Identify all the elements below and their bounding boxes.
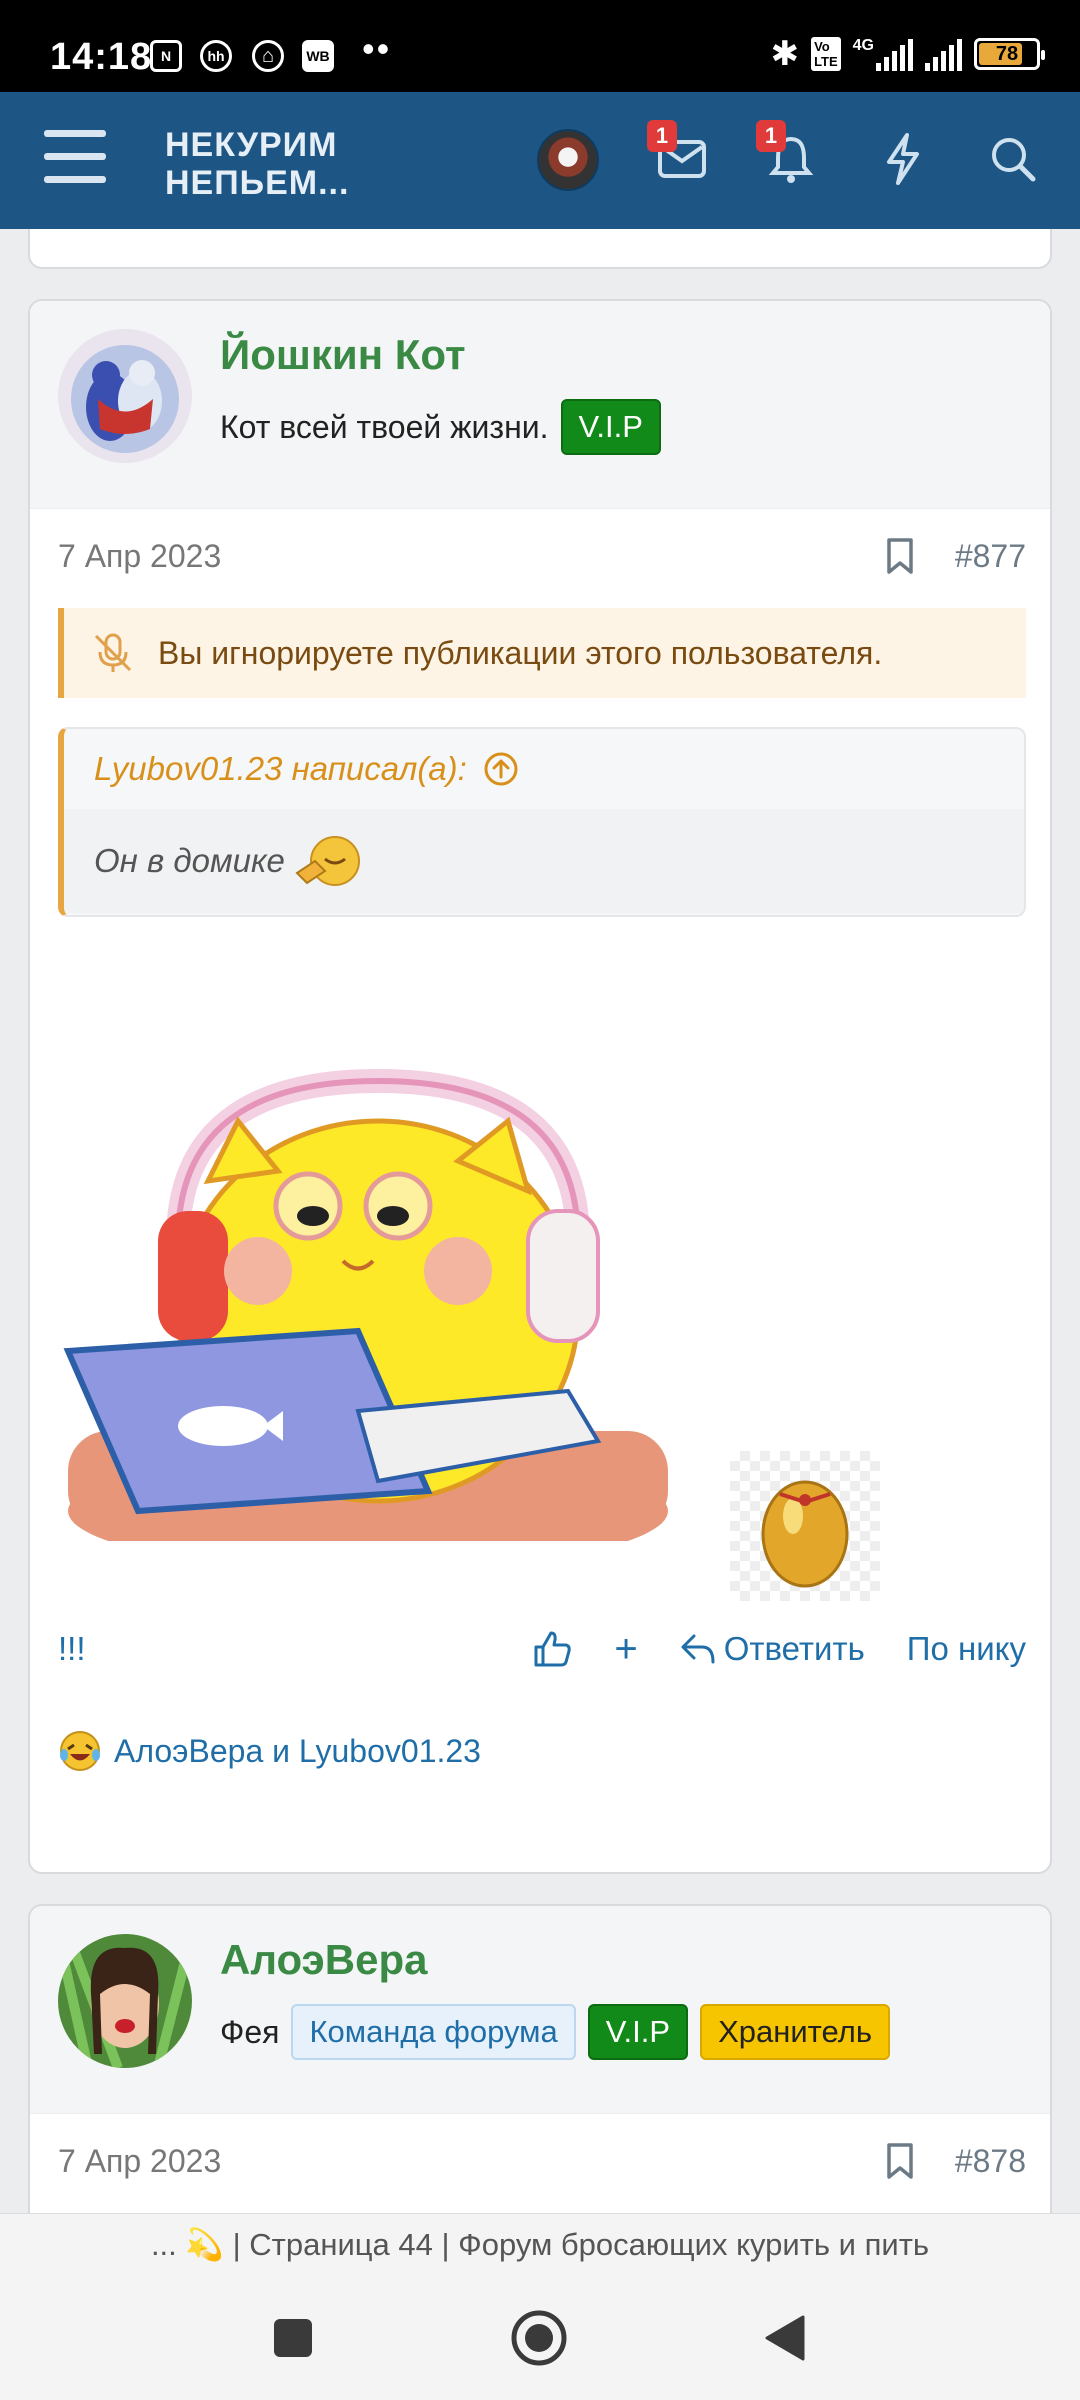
user-title: Кот всей твоей жизни.	[220, 408, 549, 445]
laughing-emoji-icon	[60, 1731, 100, 1771]
thumbs-up-icon	[534, 1631, 572, 1667]
like-button[interactable]	[532, 1629, 572, 1669]
user-meta: Кот всей твоей жизни. V.I.P	[220, 399, 661, 455]
bookmark-icon[interactable]	[885, 2142, 915, 2180]
tree-icon: ⌂	[252, 40, 284, 72]
circle-home-icon	[511, 2310, 567, 2366]
system-nav-bar	[0, 2275, 1080, 2400]
app-header: НЕКУРИМ НЕПЬЕМ... 1 1	[0, 92, 1080, 229]
browser-page-title: ... 💫 | Страница 44 | Форум бросающих ку…	[0, 2213, 1080, 2275]
post-date[interactable]: 7 Апр 2023	[58, 538, 885, 575]
status-right: ✱ Vo LTE 4G 78	[770, 34, 1045, 74]
reactions-text: АлоэВера и Lyubov01.23	[114, 1732, 481, 1769]
post-card: АлоэВера Фея Команда форума V.I.P Хранит…	[28, 1904, 1052, 2213]
status-bar: 14:18 N hh ⌂ WB •• ✱ Vo LTE 4G 78	[0, 0, 1080, 92]
post-number[interactable]: #877	[955, 538, 1026, 575]
menu-icon[interactable]	[44, 130, 106, 186]
quote-block: Lyubov01.23 написал(а): Он в домике	[58, 727, 1026, 917]
arrow-up-circle-icon[interactable]	[483, 751, 519, 787]
reply-arrow-icon	[681, 1634, 715, 1664]
triangle-back-icon	[765, 2315, 805, 2361]
account-avatar[interactable]	[537, 129, 599, 191]
quote-header[interactable]: Lyubov01.23 написал(а):	[64, 729, 1024, 809]
username[interactable]: АлоэВера	[220, 1936, 427, 1984]
ignore-notice: Вы игнорируете публикации этого пользова…	[58, 608, 1026, 698]
quote-text: Он в домике	[94, 842, 285, 879]
reply-button[interactable]: Ответить	[680, 1630, 865, 1668]
user-meta: Фея Команда форума V.I.P Хранитель	[220, 2004, 890, 2060]
reply-label: Ответить	[723, 1630, 865, 1667]
post-meta: 7 Апр 2023 #878	[58, 2136, 1026, 2186]
post-author-header: Йошкин Кот Кот всей твоей жизни. V.I.P	[30, 301, 1050, 509]
golden-egg-image[interactable]	[730, 1451, 880, 1601]
status-time: 14:18	[50, 36, 153, 78]
post-number[interactable]: #878	[955, 2143, 1026, 2180]
quote-author: Lyubov01.23 написал(а):	[94, 750, 467, 787]
square-icon	[274, 2319, 312, 2357]
more-notifications-icon: ••	[362, 28, 392, 69]
post-actions: !!! + Ответить По нику	[58, 1619, 1026, 1679]
bookmark-icon[interactable]	[885, 537, 915, 575]
user-avatar[interactable]	[58, 1934, 192, 2068]
cat-sticker-image[interactable]	[58, 1061, 738, 1571]
lightning-icon	[887, 133, 919, 185]
network-type-label: 4G	[852, 37, 874, 54]
vip-banner: V.I.P	[587, 2004, 689, 2060]
volte-icon: Vo LTE	[811, 37, 841, 71]
exclaim-link[interactable]: !!!	[58, 1630, 490, 1668]
recents-button[interactable]	[260, 2305, 326, 2371]
battery-icon: 78	[974, 38, 1045, 70]
muted-microphone-icon	[94, 633, 132, 672]
team-banner: Команда форума	[291, 2004, 576, 2060]
back-button[interactable]	[752, 2305, 818, 2371]
hh-icon: hh	[200, 40, 232, 72]
ignore-notice-text: Вы игнорируете публикации этого пользова…	[158, 634, 883, 671]
post-author-header: АлоэВера Фея Команда форума V.I.P Хранит…	[30, 1906, 1050, 2114]
signal-icon	[876, 37, 913, 71]
whats-new-button[interactable]	[870, 126, 936, 192]
post-date[interactable]: 7 Апр 2023	[58, 2143, 885, 2180]
wb-icon: WB	[302, 40, 334, 72]
site-logo[interactable]: НЕКУРИМ НЕПЬЕМ...	[165, 126, 349, 202]
bluetooth-icon: ✱	[770, 35, 800, 73]
quote-body: Он в домике	[64, 809, 1024, 913]
messages-badge: 1	[647, 120, 677, 152]
home-button[interactable]	[506, 2305, 572, 2371]
signal-icon-2	[925, 37, 962, 71]
multi-quote-button[interactable]: +	[614, 1627, 637, 1672]
vip-banner: V.I.P	[560, 399, 661, 455]
previous-post-card	[28, 229, 1052, 269]
logo-line2: НЕПЬЕМ...	[165, 164, 350, 202]
search-icon	[992, 138, 1036, 182]
messages-button[interactable]: 1	[647, 120, 715, 192]
alerts-button[interactable]: 1	[756, 120, 824, 192]
smiley-emoji-icon	[295, 836, 360, 886]
thread-content: Йошкин Кот Кот всей твоей жизни. V.I.P 7…	[0, 229, 1080, 2213]
post-card: Йошкин Кот Кот всей твоей жизни. V.I.P 7…	[28, 299, 1052, 1874]
search-button[interactable]	[980, 126, 1046, 192]
logo-line1: НЕКУРИМ	[165, 126, 338, 164]
user-avatar[interactable]	[58, 329, 192, 463]
page-title-text: ... 💫 | Страница 44 | Форум бросающих ку…	[150, 2227, 930, 2262]
user-title: Фея	[220, 2013, 280, 2050]
reactions-summary[interactable]: АлоэВера и Lyubov01.23	[58, 1721, 481, 1781]
alerts-badge: 1	[756, 120, 786, 152]
battery-level: 78	[995, 42, 1019, 65]
nfc-icon: N	[150, 40, 182, 72]
by-nick-button[interactable]: По нику	[907, 1630, 1026, 1668]
username[interactable]: Йошкин Кот	[220, 331, 466, 379]
keeper-banner: Хранитель	[700, 2004, 890, 2060]
post-meta: 7 Апр 2023 #877	[58, 531, 1026, 581]
